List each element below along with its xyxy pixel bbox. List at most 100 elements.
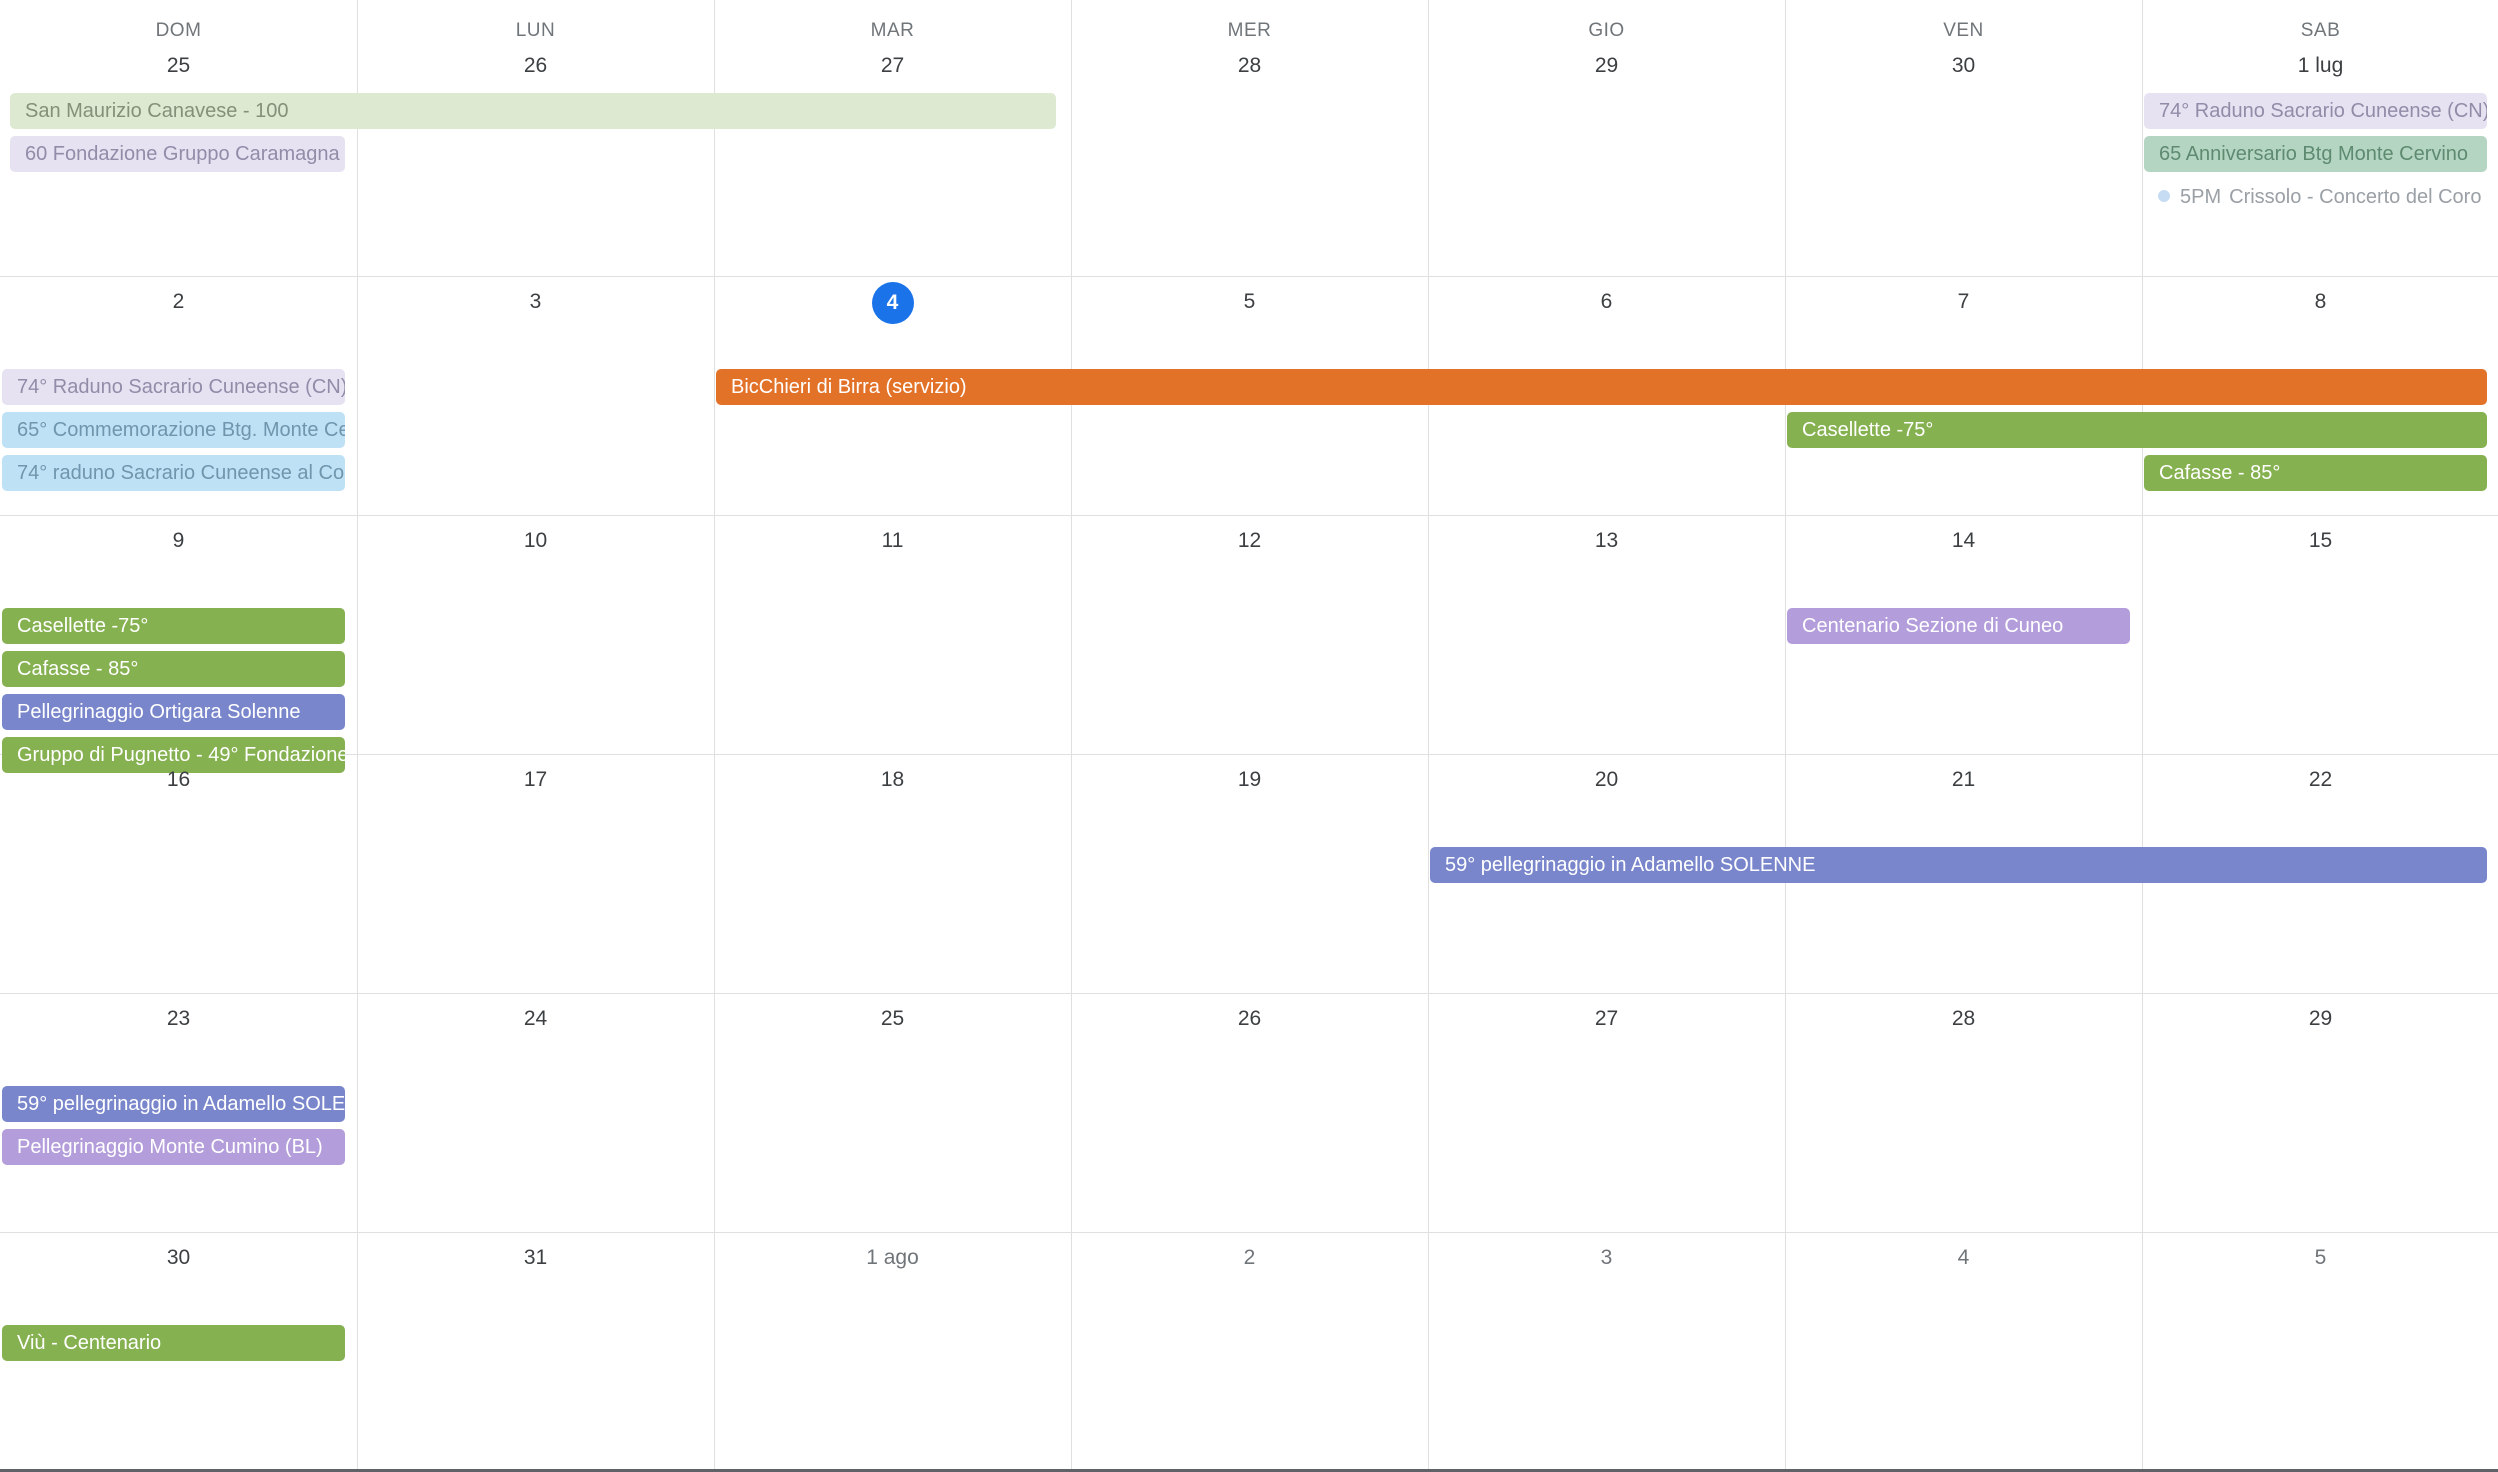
date-number[interactable]: 2 — [1071, 1238, 1428, 1278]
week-divider — [0, 754, 2498, 755]
event-title: Crissolo - Concerto del Coro — [2229, 186, 2482, 208]
event-chip[interactable]: Pellegrinaggio Ortigara Solenne — [2, 694, 345, 730]
week-divider — [0, 993, 2498, 994]
event-chip[interactable]: 59° pellegrinaggio in Adamello SOLENNE — [1430, 847, 2487, 883]
date-number[interactable]: 9 — [0, 521, 357, 561]
date-number[interactable]: 12 — [1071, 521, 1428, 561]
date-number[interactable]: 30 — [0, 1238, 357, 1278]
date-number[interactable]: 10 — [357, 521, 714, 561]
event-chip[interactable]: 74° Raduno Sacrario Cuneense (CN) — [2144, 93, 2487, 129]
date-number[interactable]: 2 — [0, 282, 357, 322]
date-number[interactable]: 3 — [357, 282, 714, 322]
date-number[interactable]: 16 — [0, 760, 357, 800]
event-chip[interactable]: Pellegrinaggio Monte Cumino (BL) — [2, 1129, 345, 1165]
date-number[interactable]: 21 — [1785, 760, 2142, 800]
date-number[interactable]: 1 lug — [2142, 46, 2498, 86]
date-number[interactable]: 29 — [1428, 46, 1785, 86]
date-number[interactable]: 17 — [357, 760, 714, 800]
weekday-label-lun: LUN — [515, 20, 556, 41]
date-number[interactable]: 30 — [1785, 46, 2142, 86]
month-calendar-grid: DOM LUN MAR MER GIO VEN SAB 25 26 27 28 29 30 1 lug S… — [0, 0, 2498, 1472]
date-number[interactable]: 20 — [1428, 760, 1785, 800]
date-number[interactable]: 28 — [1785, 999, 2142, 1039]
date-number[interactable]: 7 — [1785, 282, 2142, 322]
event-dot-icon — [2158, 190, 2170, 203]
event-chip[interactable]: 74° raduno Sacrario Cuneense al Colle — [2, 455, 345, 491]
date-number[interactable]: 26 — [1071, 999, 1428, 1039]
date-number-text: 31 — [523, 1246, 548, 1269]
date-number[interactable]: 24 — [357, 999, 714, 1039]
date-number[interactable]: 31 — [357, 1238, 714, 1278]
date-number[interactable]: 15 — [2142, 521, 2498, 561]
weekday-label-gio: GIO — [1588, 20, 1625, 41]
event-chip[interactable]: Cafasse - 85° — [2, 651, 345, 687]
date-number[interactable]: 29 — [2142, 999, 2498, 1039]
event-chip[interactable]: Cafasse - 85° — [2144, 455, 2487, 491]
date-number[interactable]: 19 — [1071, 760, 1428, 800]
event-chip[interactable]: 60 Fondazione Gruppo Caramagna — [10, 136, 345, 172]
date-number-text: 29 — [2308, 1007, 2333, 1030]
date-number-text: 28 — [1951, 1007, 1976, 1030]
date-number-text: 26 — [523, 54, 548, 77]
date-number-text: 13 — [1594, 529, 1619, 552]
event-chip[interactable]: San Maurizio Canavese - 100 — [10, 93, 1056, 129]
event-chip[interactable]: BicChieri di Birra (servizio) — [716, 369, 2487, 405]
date-number-text: 18 — [880, 768, 905, 791]
date-number[interactable]: 28 — [1071, 46, 1428, 86]
date-number[interactable]: 22 — [2142, 760, 2498, 800]
date-number-text: 26 — [1237, 1007, 1262, 1030]
date-number[interactable]: 8 — [2142, 282, 2498, 322]
date-number-text: 23 — [166, 1007, 191, 1030]
date-number-text: 29 — [1594, 54, 1619, 77]
date-number[interactable]: 5 — [1071, 282, 1428, 322]
weekday-label-ven: VEN — [1943, 20, 1984, 41]
date-number-text: 1 lug — [2297, 54, 2344, 77]
weekday-label-sab: SAB — [2300, 20, 2341, 41]
event-chip[interactable]: 74° Raduno Sacrario Cuneense (CN) — [2, 369, 345, 405]
event-chip[interactable]: 65 Anniversario Btg Monte Cervino — [2144, 136, 2487, 172]
date-number-text: 5 — [2314, 1246, 2327, 1269]
date-number-text: 7 — [1957, 290, 1970, 313]
date-number-text: 3 — [1600, 1246, 1613, 1269]
timed-event[interactable]: 5PM Crissolo - Concerto del Coro — [2144, 179, 2487, 215]
weekday-label-mer: MER — [1227, 20, 1272, 41]
date-number-text: 28 — [1237, 54, 1262, 77]
date-number-text: 6 — [1600, 290, 1613, 313]
date-number[interactable]: 3 — [1428, 1238, 1785, 1278]
event-chip[interactable]: Casellette -75° — [1787, 412, 2487, 448]
date-number[interactable]: 23 — [0, 999, 357, 1039]
week-divider — [0, 515, 2498, 516]
week-divider — [0, 276, 2498, 277]
date-number[interactable]: 14 — [1785, 521, 2142, 561]
event-chip[interactable]: 59° pellegrinaggio in Adamello SOLENNE — [2, 1086, 345, 1122]
date-number[interactable]: 27 — [1428, 999, 1785, 1039]
weekday-label-dom: DOM — [155, 20, 202, 41]
date-number[interactable]: 18 — [714, 760, 1071, 800]
date-number-text: 27 — [1594, 1007, 1619, 1030]
today-date-number[interactable]: 4 — [714, 282, 1071, 324]
date-number-text: 30 — [1951, 54, 1976, 77]
date-number-text: 17 — [523, 768, 548, 791]
date-number[interactable]: 11 — [714, 521, 1071, 561]
event-chip[interactable]: 65° Commemorazione Btg. Monte Cervino — [2, 412, 345, 448]
date-number[interactable]: 4 — [1785, 1238, 2142, 1278]
date-number-text: 2 — [172, 290, 185, 313]
date-number-text: 9 — [172, 529, 185, 552]
event-chip[interactable]: Viù - Centenario — [2, 1325, 345, 1361]
date-number-text: 2 — [1243, 1246, 1256, 1269]
date-number[interactable]: 5 — [2142, 1238, 2498, 1278]
date-number-text: 4 — [1957, 1246, 1970, 1269]
date-number[interactable]: 25 — [714, 999, 1071, 1039]
date-number[interactable]: 6 — [1428, 282, 1785, 322]
date-number[interactable]: 27 — [714, 46, 1071, 86]
week-divider — [0, 1232, 2498, 1233]
date-number-text: 8 — [2314, 290, 2327, 313]
date-number[interactable]: 26 — [357, 46, 714, 86]
date-number[interactable]: 13 — [1428, 521, 1785, 561]
event-chip[interactable]: Casellette -75° — [2, 608, 345, 644]
date-number[interactable]: 25 — [0, 46, 357, 86]
event-chip[interactable]: Centenario Sezione di Cuneo — [1787, 608, 2130, 644]
date-number-text: 4 — [871, 282, 914, 324]
date-number-text: 20 — [1594, 768, 1619, 791]
date-number[interactable]: 1 ago — [714, 1238, 1071, 1278]
